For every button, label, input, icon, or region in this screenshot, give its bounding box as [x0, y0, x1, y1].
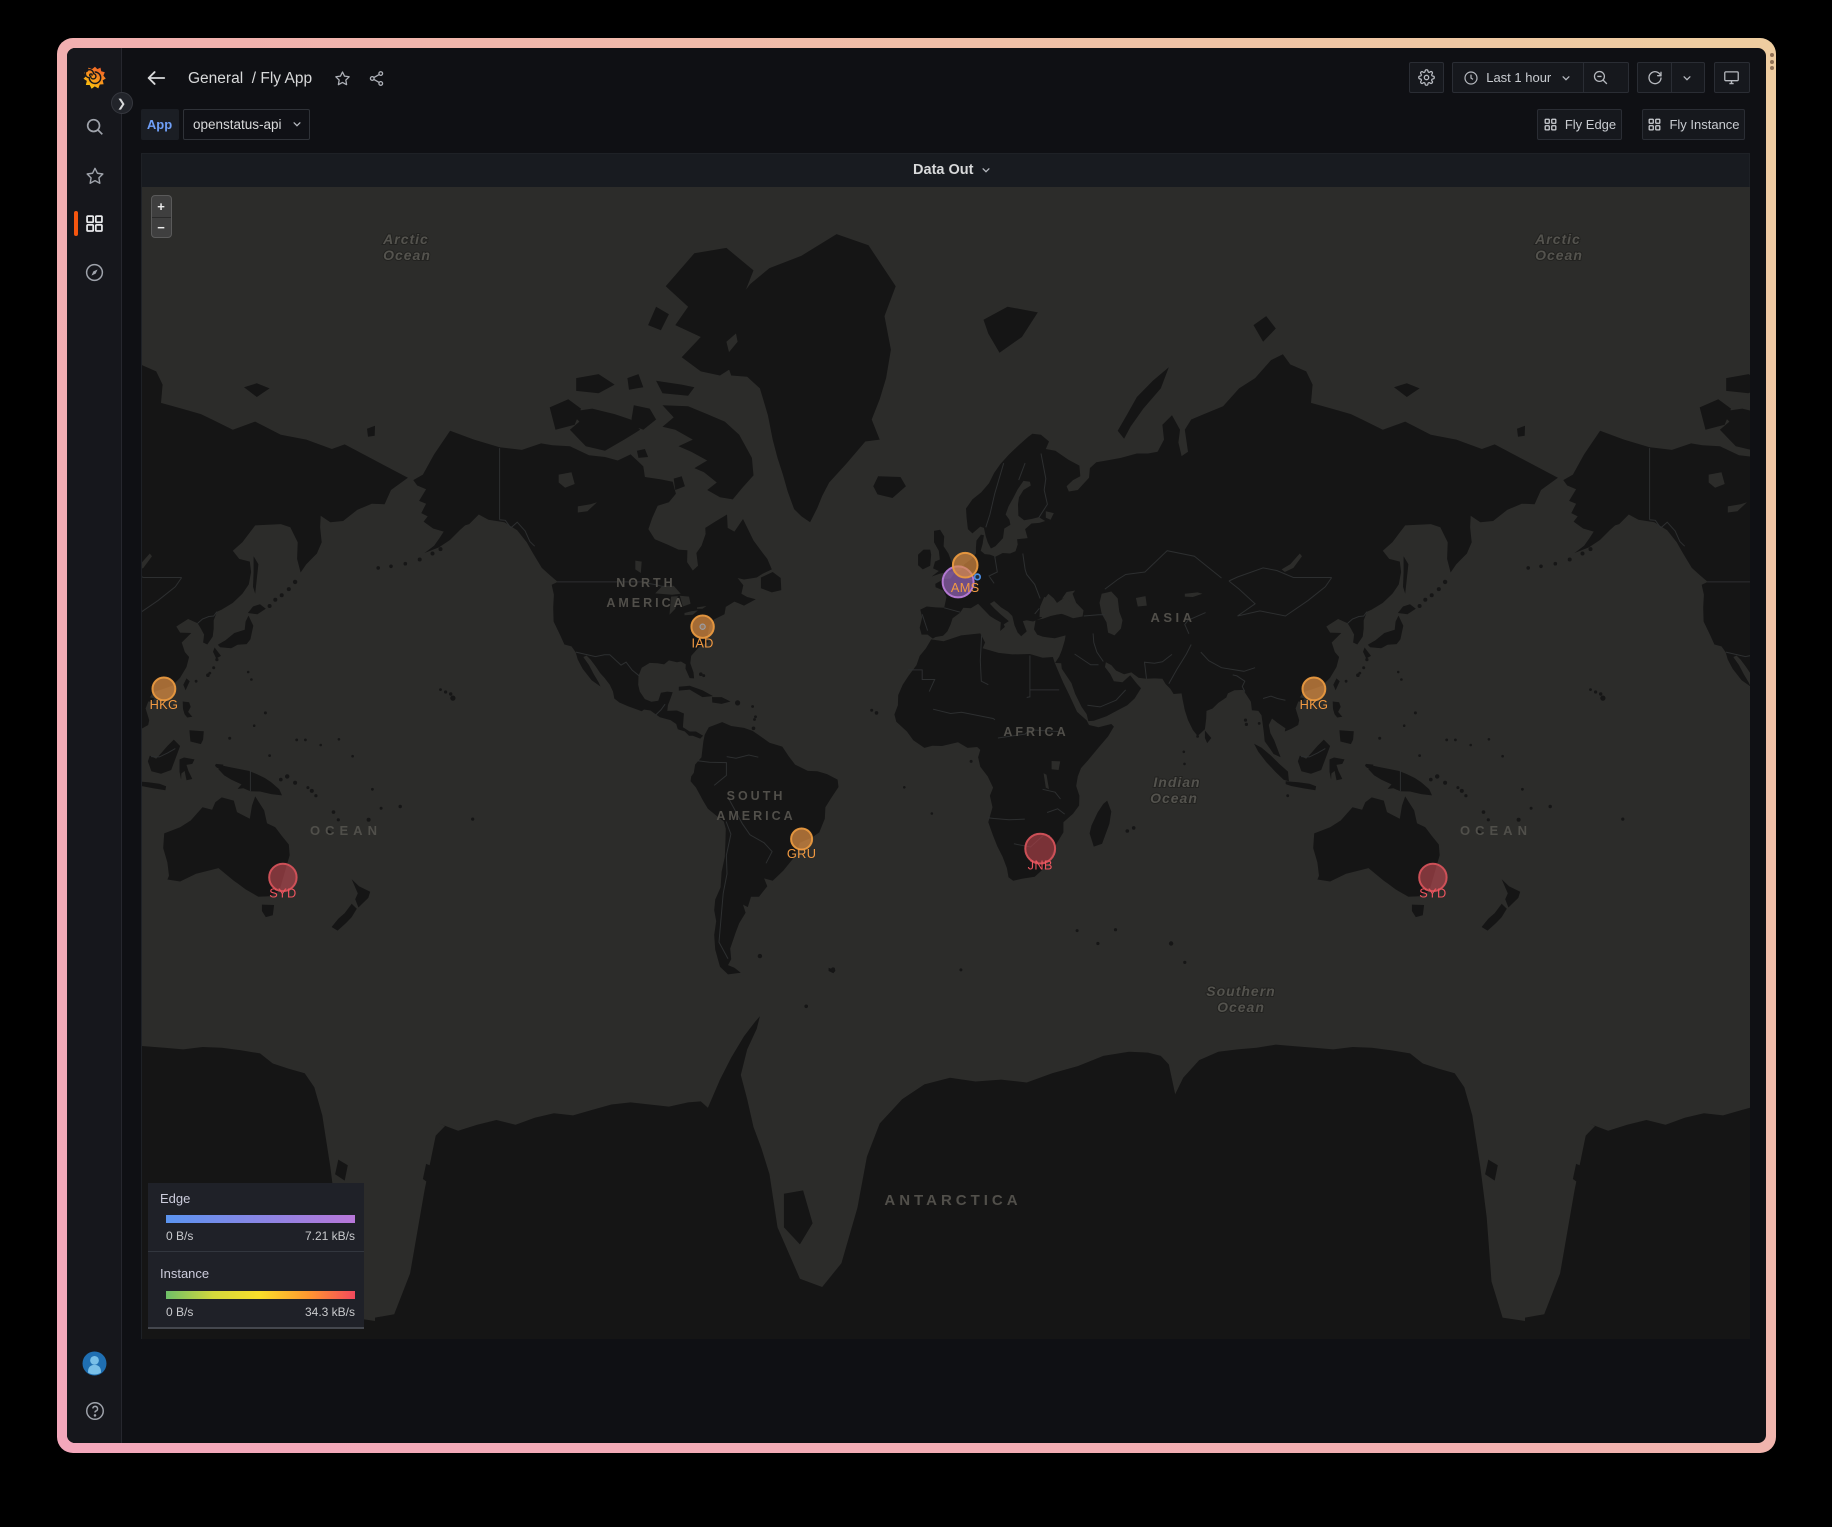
- svg-text:AMERICA: AMERICA: [606, 596, 685, 610]
- svg-text:HKG: HKG: [1299, 696, 1328, 711]
- svg-text:Southern: Southern: [1206, 983, 1275, 999]
- svg-text:JNB: JNB: [1027, 857, 1052, 872]
- svg-text:ANTARCTICA: ANTARCTICA: [884, 1192, 1021, 1209]
- svg-text:Ocean: Ocean: [1150, 790, 1198, 806]
- svg-text:AMS: AMS: [950, 580, 979, 595]
- svg-text:ASIA: ASIA: [1150, 610, 1195, 625]
- svg-text:Arctic: Arctic: [1534, 231, 1581, 247]
- svg-text:Ocean: Ocean: [1217, 999, 1265, 1015]
- svg-text:HKG: HKG: [149, 696, 178, 711]
- svg-text:GRU: GRU: [786, 846, 815, 861]
- svg-text:Ocean: Ocean: [383, 247, 431, 263]
- svg-text:AMERICA: AMERICA: [716, 809, 795, 823]
- svg-text:OCEAN: OCEAN: [310, 823, 382, 838]
- svg-text:Ocean: Ocean: [1535, 247, 1583, 263]
- svg-text:IAD: IAD: [691, 635, 713, 650]
- svg-text:AFRICA: AFRICA: [1003, 725, 1068, 739]
- svg-text:NORTH: NORTH: [616, 576, 675, 590]
- svg-text:SYD: SYD: [269, 885, 296, 900]
- svg-text:SOUTH: SOUTH: [726, 789, 785, 803]
- svg-text:OCEAN: OCEAN: [1460, 823, 1532, 838]
- svg-text:SYD: SYD: [1419, 885, 1446, 900]
- svg-text:Arctic: Arctic: [382, 231, 429, 247]
- svg-text:Indian: Indian: [1153, 774, 1200, 790]
